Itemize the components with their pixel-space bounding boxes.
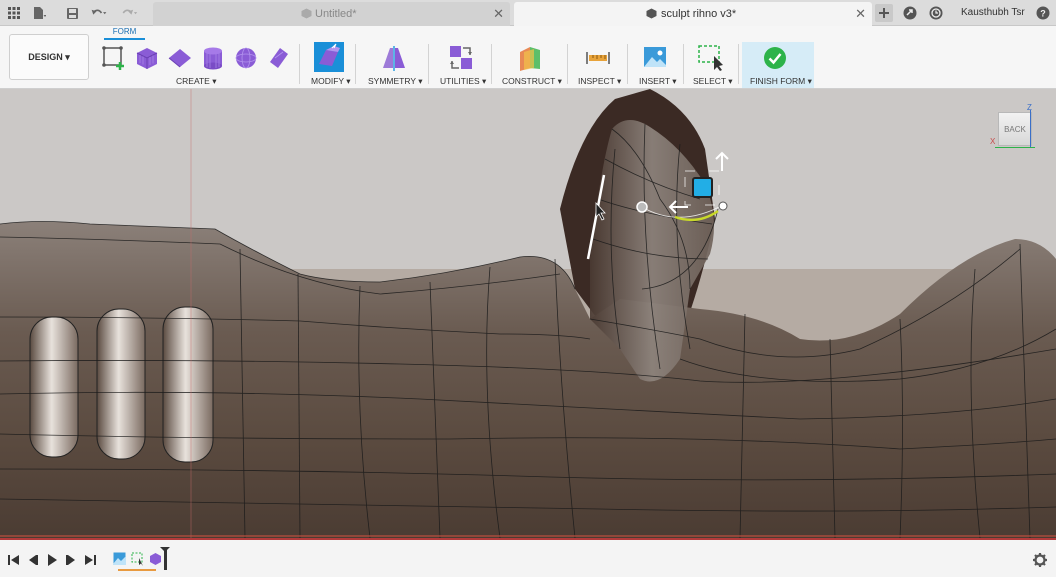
slot-features: [29, 306, 214, 463]
close-tab-icon[interactable]: ✕: [855, 6, 866, 22]
t-spline-model[interactable]: [0, 89, 1056, 538]
help-icon[interactable]: ?: [1034, 4, 1052, 22]
save-icon[interactable]: [63, 4, 81, 22]
file-icon[interactable]: [30, 4, 48, 22]
modify-form-icon[interactable]: [314, 42, 344, 72]
canvas-viewport[interactable]: BACK Z X: [0, 89, 1056, 538]
toolbar-separator: [491, 44, 492, 84]
finish-form-label[interactable]: FINISH FORM ▾: [750, 76, 812, 87]
construct-plane-icon[interactable]: [516, 44, 544, 72]
workspace-switcher-button[interactable]: DESIGN ▾: [9, 34, 89, 80]
clock-icon[interactable]: [927, 4, 945, 22]
new-tab-icon[interactable]: [875, 4, 893, 22]
title-bar: Untitled* ✕ sculpt rihno v3* ✕ Kausthubh…: [0, 0, 1056, 26]
timeline-bar: [0, 538, 1056, 577]
y-axis-line: [995, 147, 1035, 148]
utilities-icon[interactable]: [447, 44, 475, 72]
construct-group-label[interactable]: CONSTRUCT ▾: [502, 76, 562, 87]
tab-form[interactable]: FORM: [104, 27, 145, 40]
insert-image-icon[interactable]: [643, 45, 667, 69]
manipulator-handle-icon[interactable]: [636, 201, 648, 213]
measure-icon[interactable]: [585, 46, 611, 70]
timeline-form-icon[interactable]: [149, 552, 162, 566]
step-back-icon[interactable]: [26, 553, 40, 567]
checkmark-icon[interactable]: [763, 46, 787, 70]
create-group-label[interactable]: CREATE ▾: [176, 76, 216, 87]
torus-icon[interactable]: [266, 45, 292, 71]
toolbar-separator: [738, 44, 739, 84]
tab-label: Untitled*: [315, 8, 357, 20]
document-icon: [646, 8, 657, 19]
toolbar-separator: [428, 44, 429, 84]
go-to-end-icon[interactable]: [83, 553, 97, 567]
select-group-label[interactable]: SELECT ▾: [693, 76, 733, 87]
plane-icon[interactable]: [167, 45, 193, 71]
timeline-canvas-icon[interactable]: [113, 552, 126, 565]
tab-label: sculpt rihno v3*: [661, 8, 737, 20]
sphere-icon[interactable]: [233, 45, 259, 71]
insert-group-label[interactable]: INSERT ▾: [639, 76, 677, 87]
view-cube-face[interactable]: BACK: [1004, 125, 1026, 134]
svg-text:?: ?: [1040, 9, 1046, 19]
apps-grid-icon[interactable]: [5, 4, 23, 22]
origin-box-icon[interactable]: [692, 177, 713, 198]
step-forward-icon[interactable]: [64, 553, 78, 567]
create-sketch-icon[interactable]: [101, 45, 127, 71]
cylinder-icon[interactable]: [200, 45, 226, 71]
document-icon: [301, 8, 312, 19]
toolbar-separator: [355, 44, 356, 84]
close-tab-icon[interactable]: ✕: [493, 6, 504, 22]
ribbon-toolbar: FORM DESIGN ▾ CREATE ▾ MODIFY ▾ SYMMETRY…: [0, 26, 1056, 89]
scale-handle-icon[interactable]: [718, 201, 728, 211]
timeline-settings-gear-icon[interactable]: [1033, 553, 1047, 567]
utilities-group-label[interactable]: UTILITIES ▾: [440, 76, 486, 87]
tab-sculpt-rihno[interactable]: sculpt rihno v3* ✕: [514, 2, 872, 26]
redo-icon[interactable]: [120, 4, 138, 22]
view-cube[interactable]: BACK: [998, 112, 1032, 146]
toolbar-separator: [627, 44, 628, 84]
modify-group-label[interactable]: MODIFY ▾: [311, 76, 351, 87]
user-name[interactable]: Kausthubh Tsr: [961, 7, 1025, 18]
x-axis-label: X: [990, 137, 996, 146]
timeline-select-icon[interactable]: [131, 552, 145, 566]
symmetry-icon[interactable]: [380, 44, 408, 72]
box-icon[interactable]: [134, 45, 160, 71]
timeline-range-indicator: [118, 569, 156, 571]
z-axis-line: [1030, 110, 1031, 148]
toolbar-separator: [567, 44, 568, 84]
toolbar-separator: [683, 44, 684, 84]
go-to-start-icon[interactable]: [7, 553, 21, 567]
inspect-group-label[interactable]: INSPECT ▾: [578, 76, 621, 87]
toolbar-separator: [299, 44, 300, 84]
jobs-icon[interactable]: [901, 4, 919, 22]
play-icon[interactable]: [45, 553, 59, 567]
symmetry-group-label[interactable]: SYMMETRY ▾: [368, 76, 423, 87]
select-icon[interactable]: [697, 44, 725, 72]
undo-icon[interactable]: [90, 4, 108, 22]
tab-untitled[interactable]: Untitled* ✕: [153, 2, 510, 26]
